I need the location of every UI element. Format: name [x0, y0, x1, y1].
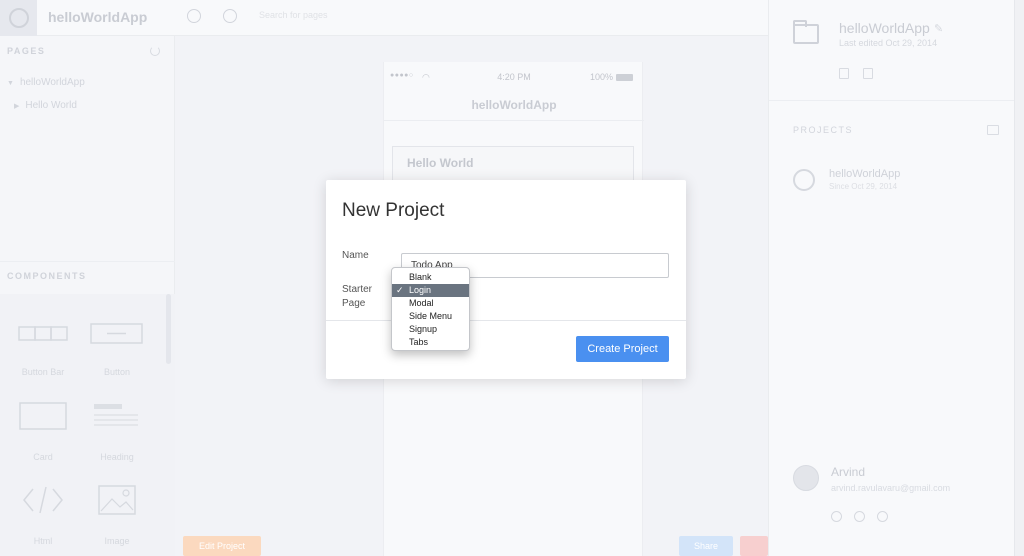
- top-bar: helloWorldApp Search for pages: [0, 0, 768, 36]
- project-name: helloWorldApp: [839, 20, 930, 36]
- dropdown-option-tabs[interactable]: Tabs: [392, 336, 469, 349]
- tree-item-label: helloWorldApp: [19, 77, 85, 88]
- battery-percent: 100%: [590, 72, 614, 82]
- option-label: Side Menu: [409, 311, 453, 321]
- dropdown-option-signup[interactable]: Signup: [392, 323, 469, 336]
- dropdown-option-side-menu[interactable]: Side Menu: [392, 310, 469, 323]
- component-label: Image: [104, 536, 130, 546]
- help-icon[interactable]: [854, 511, 865, 522]
- image-icon: [98, 485, 136, 515]
- option-label: Modal: [409, 298, 434, 308]
- left-sidebar: PAGES ▼ helloWorldApp ▶ Hello World COMPON…: [0, 36, 175, 556]
- project-list-name[interactable]: helloWorldApp: [829, 168, 900, 180]
- settings-icon[interactable]: [831, 511, 842, 522]
- battery-icon: [616, 74, 633, 81]
- search-input[interactable]: Search for pages: [259, 10, 328, 20]
- app-logo[interactable]: [0, 0, 37, 36]
- phone-status-bar: ●●●●○ ◠ 4:20 PM 100%: [384, 72, 644, 86]
- button-bar-icon: [18, 326, 68, 341]
- refresh-icon[interactable]: [187, 9, 201, 23]
- caret-right-icon: ▶: [14, 103, 20, 110]
- avatar: [793, 465, 819, 491]
- component-button[interactable]: [82, 314, 152, 369]
- dropdown-option-modal[interactable]: Modal: [392, 297, 469, 310]
- starter-label: Starter: [342, 284, 373, 295]
- tree-item-app[interactable]: ▼ helloWorldApp: [7, 77, 85, 88]
- checkmark-icon: ✓: [396, 285, 404, 295]
- component-card[interactable]: [8, 397, 78, 452]
- component-html[interactable]: [8, 479, 78, 534]
- right-panel: helloWorldApp ✎ Last edited Oct 29, 2014…: [768, 0, 1015, 556]
- card-icon: [19, 402, 67, 430]
- modal-divider: [326, 320, 686, 321]
- page-scrollbar[interactable]: [1014, 0, 1024, 556]
- refresh-pages-icon[interactable]: [150, 46, 160, 56]
- option-label: Tabs: [409, 337, 429, 347]
- pages-label: PAGES: [7, 46, 46, 56]
- component-label: Button Bar: [21, 367, 65, 377]
- image-small-icon[interactable]: [839, 68, 849, 79]
- create-project-button[interactable]: Create Project: [576, 336, 669, 362]
- option-label: Login: [409, 285, 432, 295]
- project-icon: [793, 169, 815, 191]
- components-scrollbar[interactable]: [166, 294, 171, 364]
- component-label: Card: [33, 452, 53, 462]
- share-button[interactable]: Share: [679, 536, 733, 556]
- new-project-modal: New Project Name Starter Page Create Pro…: [326, 180, 686, 379]
- card-title: Hello World: [407, 156, 474, 170]
- components-grid: Button Bar Button Card Heading Html Imag…: [0, 294, 175, 556]
- component-label: Html: [33, 536, 53, 546]
- component-heading[interactable]: [82, 397, 152, 452]
- tree-item-label: Hello World: [25, 100, 77, 111]
- user-name: Arvind: [831, 465, 866, 479]
- folder-icon: [793, 20, 819, 44]
- nav-divider: [384, 120, 644, 121]
- component-button-bar[interactable]: [8, 314, 78, 369]
- logout-icon[interactable]: [877, 511, 888, 522]
- button-icon: [90, 323, 143, 344]
- component-label: Heading: [100, 452, 134, 462]
- heading-icon: [94, 404, 138, 426]
- dropdown-option-login[interactable]: ✓ Login: [392, 284, 469, 297]
- edit-project-button[interactable]: Edit Project: [183, 536, 261, 556]
- phone-nav-title: helloWorldApp: [471, 98, 557, 112]
- starter-page-dropdown[interactable]: Blank ✓ Login Modal Side Menu Signup Tabs: [391, 267, 470, 351]
- delete-button[interactable]: [740, 536, 768, 556]
- trash-icon[interactable]: [863, 68, 873, 79]
- user-email: arvind.ravulavaru@gmail.com: [831, 483, 951, 493]
- code-icon: [23, 486, 63, 514]
- project-list-date: Since Oct 29, 2014: [829, 182, 898, 191]
- add-project-icon[interactable]: [987, 125, 999, 135]
- option-label: Signup: [409, 324, 438, 334]
- caret-down-icon: ▼: [7, 80, 14, 87]
- dropdown-option-blank[interactable]: Blank: [392, 271, 469, 284]
- name-label: Name: [342, 250, 369, 261]
- projects-label: PROJECTS: [793, 125, 854, 135]
- tree-item-page[interactable]: ▶ Hello World: [14, 100, 77, 111]
- project-meta: Last edited Oct 29, 2014: [839, 38, 938, 48]
- option-label: Blank: [409, 272, 432, 282]
- components-label: COMPONENTS: [7, 271, 87, 281]
- logo-icon: [8, 8, 29, 28]
- app-title: helloWorldApp: [48, 9, 148, 25]
- sidebar-divider: [0, 261, 175, 262]
- component-image[interactable]: [82, 479, 152, 534]
- clock-icon[interactable]: [223, 9, 237, 23]
- edit-icon[interactable]: ✎: [934, 22, 943, 35]
- modal-title: New Project: [342, 200, 445, 221]
- starter-page-label: Page: [342, 298, 366, 309]
- component-label: Button: [103, 367, 131, 377]
